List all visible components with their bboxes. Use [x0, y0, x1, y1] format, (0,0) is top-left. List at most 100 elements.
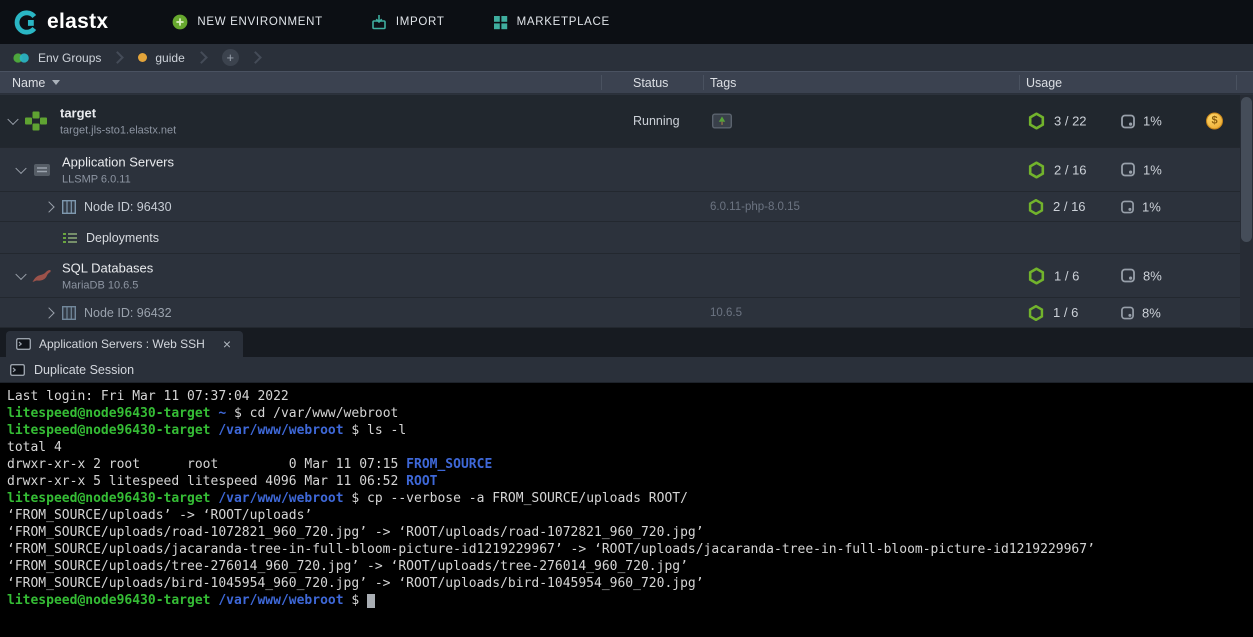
terminal-output[interactable]: Last login: Fri Mar 11 07:37:04 2022lite…: [0, 383, 1253, 637]
import-label: IMPORT: [396, 16, 445, 28]
node-row-96430[interactable]: Node ID: 96430 6.0.11-php-8.0.15 2 / 16 …: [0, 192, 1253, 222]
status-badge: Running: [633, 114, 680, 128]
terminal-line: ‘FROM_SOURCE/uploads’ -> ‘ROOT/uploads’: [7, 507, 1253, 524]
column-divider: [1019, 75, 1020, 90]
cloudlets-count: 3 / 22: [1054, 114, 1087, 129]
close-icon[interactable]: ×: [221, 337, 233, 351]
disk-icon: [1121, 114, 1135, 128]
cloudlets-hexagon-icon: [1028, 161, 1045, 178]
terminal-line: drwxr-xr-x 5 litespeed litespeed 4096 Ma…: [7, 473, 1253, 490]
layer-stack: MariaDB 10.6.5: [62, 279, 153, 291]
add-group-button[interactable]: +: [222, 49, 239, 66]
ssh-tab-application-servers[interactable]: Application Servers : Web SSH ×: [6, 331, 243, 357]
new-environment-label: NEW ENVIRONMENT: [197, 16, 323, 28]
marketplace-icon: [493, 15, 508, 30]
topbar-nav: NEW ENVIRONMENT IMPORT MARKETPLACE: [148, 0, 634, 44]
cloudlets-count: 1 / 6: [1053, 305, 1078, 320]
chevron-right-icon[interactable]: [43, 307, 54, 318]
cloudlets-usage: 2 / 16: [1028, 199, 1086, 215]
terminal-line: litespeed@node96430-target /var/www/webr…: [7, 592, 1253, 609]
breadcrumb-env-groups[interactable]: Env Groups: [12, 51, 101, 65]
disk-percent: 8%: [1143, 268, 1162, 283]
disk-usage: 8%: [1121, 268, 1162, 283]
terminal-line: litespeed@node96430-target /var/www/webr…: [7, 490, 1253, 507]
terminal-line: ‘FROM_SOURCE/uploads/jacaranda-tree-in-f…: [7, 541, 1253, 558]
terminal-line: litespeed@node96430-target /var/www/webr…: [7, 422, 1253, 439]
column-divider: [601, 75, 602, 90]
node-row-96432[interactable]: Node ID: 96432 10.6.5 1 / 6 8%: [0, 298, 1253, 328]
environment-name: target: [60, 106, 176, 121]
disk-usage: 1%: [1121, 199, 1161, 214]
duplicate-session-label: Duplicate Session: [34, 363, 134, 377]
import-button[interactable]: IMPORT: [347, 0, 469, 44]
import-icon: [371, 14, 387, 30]
node-tag: 6.0.11-php-8.0.15: [710, 201, 800, 213]
disk-percent: 1%: [1142, 199, 1161, 214]
chevron-down-icon[interactable]: [15, 268, 26, 279]
cloudlets-count: 2 / 16: [1054, 162, 1087, 177]
breadcrumb-group-guide[interactable]: guide: [138, 51, 184, 65]
disk-icon: [1121, 163, 1135, 177]
terminal-line: ‘FROM_SOURCE/uploads/bird-1045954_960_72…: [7, 575, 1253, 592]
environment-domain: target.jls-sto1.elastx.net: [60, 125, 176, 137]
chevron-down-icon[interactable]: [15, 162, 26, 173]
duplicate-session-button[interactable]: Duplicate Session: [0, 357, 1253, 383]
disk-percent: 1%: [1143, 114, 1162, 129]
elastx-logo[interactable]: elastx: [0, 10, 126, 35]
deployments-row[interactable]: Deployments: [0, 222, 1253, 254]
chevron-separator-icon: [195, 51, 208, 64]
node-grid-icon: [62, 306, 76, 320]
node-name: Node ID: 96432: [84, 306, 172, 320]
column-divider: [1236, 75, 1237, 90]
terminal-line: Last login: Fri Mar 11 07:37:04 2022: [7, 388, 1253, 405]
node-grid-icon: [62, 200, 76, 214]
chevron-down-icon[interactable]: [7, 114, 18, 125]
environment-name-block: target target.jls-sto1.elastx.net: [60, 106, 176, 137]
logo-text: elastx: [47, 10, 108, 34]
ssh-tab-title: Application Servers : Web SSH: [39, 337, 205, 351]
column-header-tags[interactable]: Tags: [710, 72, 736, 93]
column-divider: [703, 75, 704, 90]
disk-usage: 8%: [1121, 305, 1161, 320]
layer-name: Application Servers: [62, 154, 174, 169]
disk-icon: [1121, 306, 1134, 319]
tree-scrollbar-thumb[interactable]: [1241, 97, 1252, 242]
app-server-stack-icon: [33, 162, 51, 178]
deployments-icon: [62, 231, 78, 244]
env-groups-icon: [12, 51, 30, 65]
column-header-usage[interactable]: Usage: [1026, 72, 1062, 93]
environment-row-target[interactable]: target target.jls-sto1.elastx.net Runnin…: [0, 95, 1253, 148]
terminal-line: litespeed@node96430-target ~ $ cd /var/w…: [7, 405, 1253, 422]
disk-usage: 1%: [1121, 114, 1162, 129]
chevron-separator-icon: [112, 51, 125, 64]
cloudlets-count: 2 / 16: [1053, 199, 1086, 214]
new-environment-button[interactable]: NEW ENVIRONMENT: [148, 0, 347, 44]
cloudlets-hexagon-icon: [1028, 305, 1044, 321]
node-name: Node ID: 96430: [84, 200, 172, 214]
layer-name-block: SQL Databases MariaDB 10.6.5: [62, 260, 153, 291]
terminal-line: ‘FROM_SOURCE/uploads/road-1072821_960_72…: [7, 524, 1253, 541]
layer-row-application-servers[interactable]: Application Servers LLSMP 6.0.11 2 / 16 …: [0, 148, 1253, 192]
env-table-header: Name Status Tags Usage: [0, 71, 1253, 94]
disk-icon: [1121, 269, 1135, 283]
breadcrumb-env-groups-label: Env Groups: [38, 51, 101, 65]
chevron-right-icon[interactable]: [43, 201, 54, 212]
disk-icon: [1121, 200, 1134, 213]
layer-stack: LLSMP 6.0.11: [62, 173, 174, 185]
layer-name: SQL Databases: [62, 260, 153, 275]
layer-row-sql-databases[interactable]: SQL Databases MariaDB 10.6.5 1 / 6 8%: [0, 254, 1253, 298]
column-header-name[interactable]: Name: [12, 72, 60, 93]
marketplace-label: MARKETPLACE: [517, 16, 610, 28]
marketplace-button[interactable]: MARKETPLACE: [469, 0, 634, 44]
terminal-cursor: [367, 594, 375, 608]
disk-percent: 1%: [1143, 162, 1162, 177]
terminal-line: total 4: [7, 439, 1253, 456]
elastx-logo-icon: [14, 10, 39, 35]
chevron-separator-icon: [249, 51, 262, 64]
cloudlets-hexagon-icon: [1028, 267, 1045, 284]
column-header-status[interactable]: Status: [633, 72, 668, 93]
layer-name-block: Application Servers LLSMP 6.0.11: [62, 154, 174, 185]
mariadb-icon: [31, 269, 52, 283]
terminal-icon: [16, 338, 31, 350]
bonus-icon[interactable]: $: [1206, 113, 1223, 130]
